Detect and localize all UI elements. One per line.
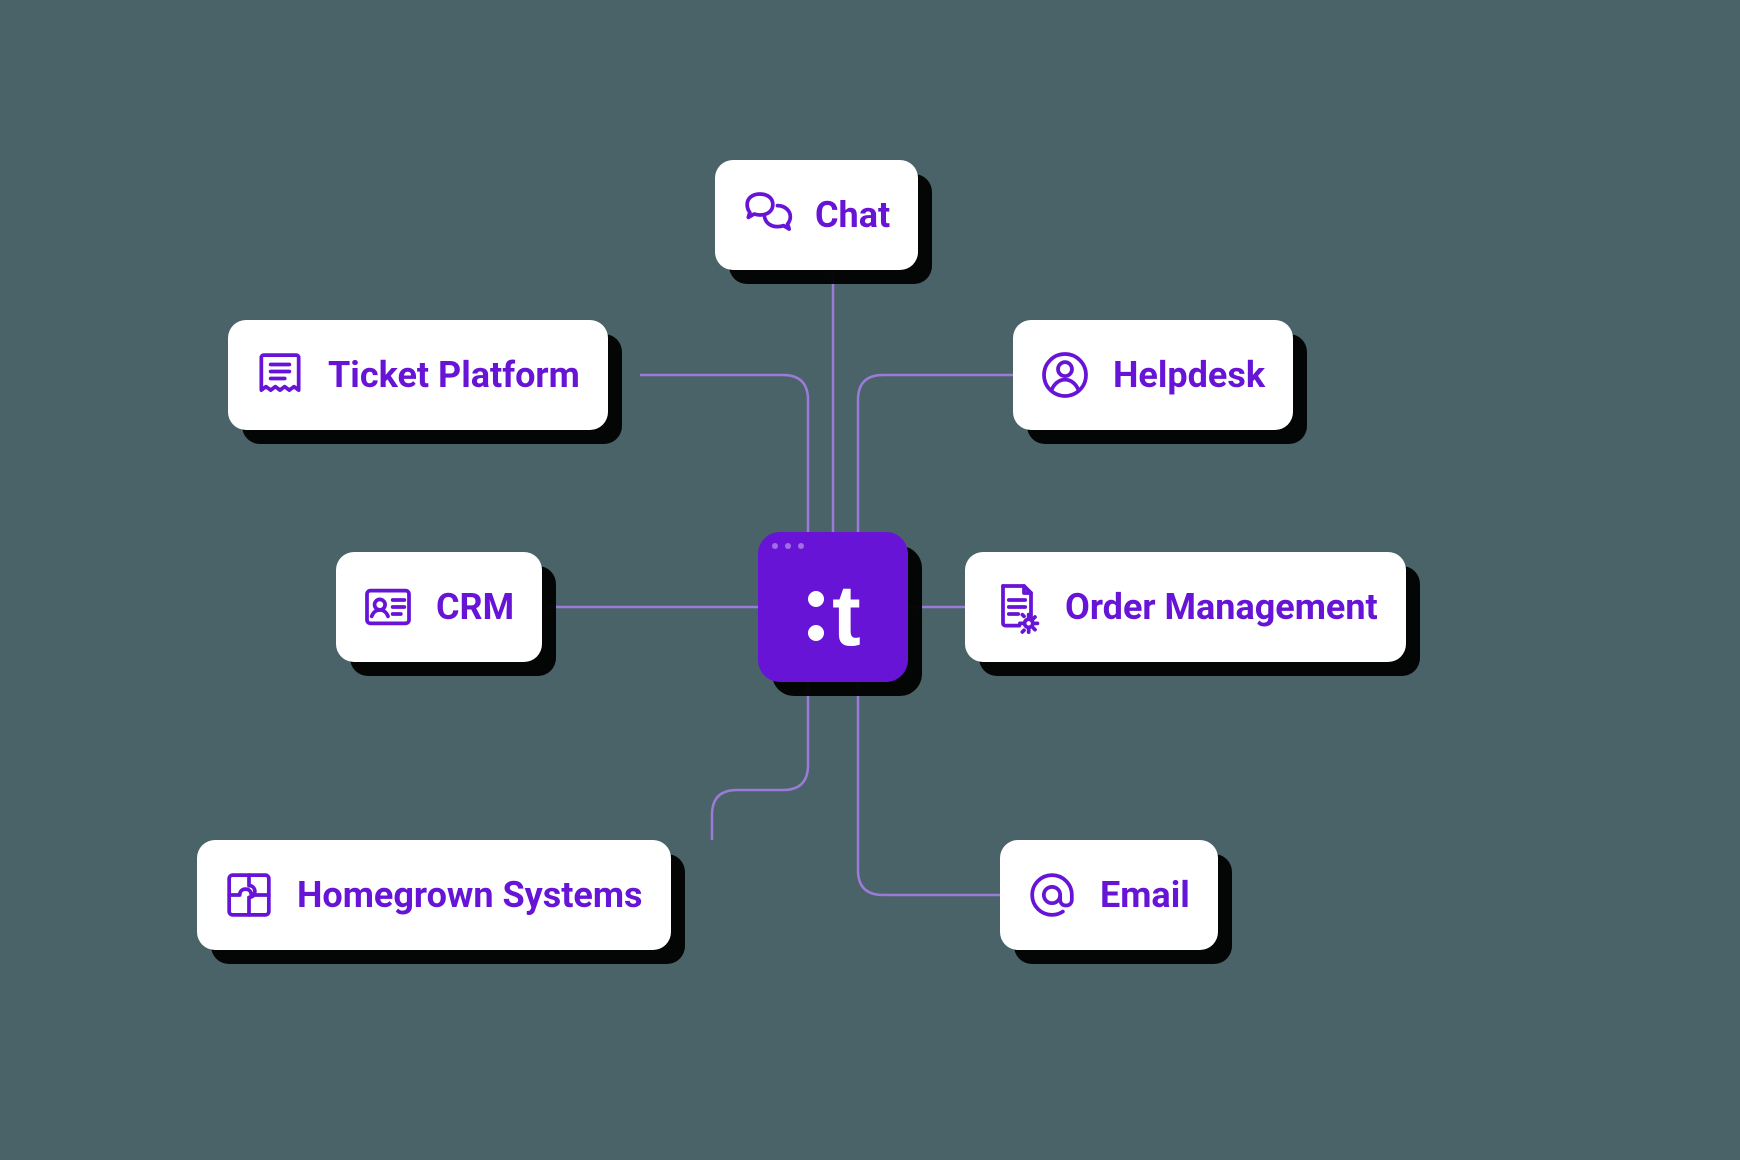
node-chat: Chat: [715, 160, 918, 270]
node-label: Homegrown Systems: [297, 874, 643, 916]
node-crm: CRM: [336, 552, 542, 662]
at-sign-icon: [1024, 867, 1080, 923]
node-label: Helpdesk: [1113, 354, 1265, 396]
integration-diagram: t Chat Ticket Platform: [0, 0, 1740, 1160]
node-homegrown-systems: Homegrown Systems: [197, 840, 671, 950]
hub-tile: t: [758, 532, 908, 682]
node-label: CRM: [436, 586, 514, 628]
node-helpdesk: Helpdesk: [1013, 320, 1293, 430]
document-gear-icon: [989, 579, 1045, 635]
ticket-icon: [252, 347, 308, 403]
hub-window-dots: [758, 532, 908, 560]
person-icon: [1037, 347, 1093, 403]
puzzle-icon: [221, 867, 277, 923]
hub-logo-dots: [808, 591, 824, 641]
node-order-management: Order Management: [965, 552, 1406, 662]
node-label: Chat: [815, 194, 890, 236]
chat-icon: [739, 187, 795, 243]
node-label: Order Management: [1065, 586, 1378, 628]
node-label: Email: [1100, 874, 1190, 916]
hub-logo-letter: t: [832, 582, 858, 651]
node-ticket-platform: Ticket Platform: [228, 320, 608, 430]
id-card-icon: [360, 579, 416, 635]
node-label: Ticket Platform: [328, 354, 580, 396]
node-email: Email: [1000, 840, 1218, 950]
